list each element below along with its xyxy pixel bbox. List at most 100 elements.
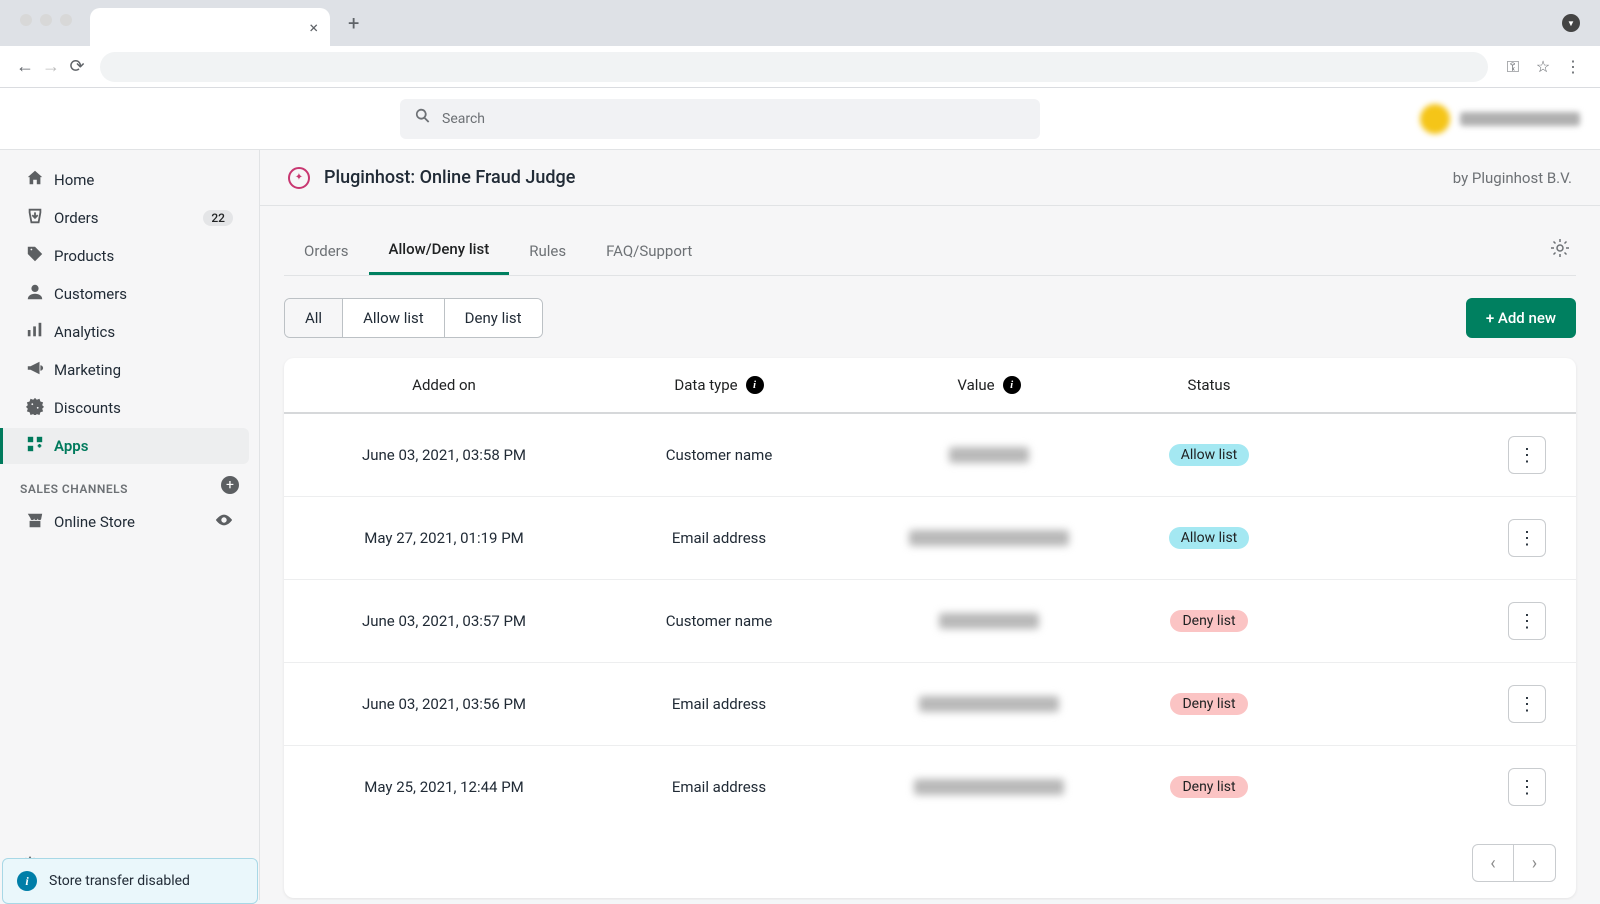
cell-actions: ⋮ [1476,685,1556,723]
person-icon [26,283,54,306]
row-actions-button[interactable]: ⋮ [1508,519,1546,557]
cell-added-on: June 03, 2021, 03:58 PM [304,436,584,474]
column-actions [1476,376,1556,394]
table-header: Added on Data type i Value i Status [284,358,1576,414]
tab-allow-deny-list[interactable]: Allow/Deny list [369,226,510,275]
add-new-button[interactable]: + Add new [1466,298,1576,338]
sidebar-item-apps[interactable]: Apps [0,428,249,464]
sidebar-item-label: Marketing [54,361,233,379]
traffic-light-zoom[interactable] [60,14,72,26]
cell-actions: ⋮ [1476,602,1556,640]
cell-value [854,685,1124,723]
megaphone-icon [26,359,54,382]
cell-added-on: May 27, 2021, 01:19 PM [304,519,584,557]
sidebar-item-marketing[interactable]: Marketing [10,352,249,388]
app-settings-icon[interactable] [1550,238,1576,263]
cell-value [854,602,1124,640]
row-actions-button[interactable]: ⋮ [1508,602,1546,640]
sidebar-item-discounts[interactable]: Discounts [10,390,249,426]
column-value: Value i [854,376,1124,394]
browser-tab-active[interactable]: × [90,8,330,46]
reload-button[interactable]: ⟳ [64,56,90,77]
sidebar-item-online-store[interactable]: Online Store [10,504,249,540]
info-icon[interactable]: i [1003,376,1021,394]
account-name [1460,112,1580,126]
sidebar-item-label: Products [54,247,233,265]
cell-status: Deny list [1124,602,1294,640]
cell-data-type: Email address [584,768,854,806]
row-actions-button[interactable]: ⋮ [1508,768,1546,806]
table-row: May 27, 2021, 01:19 PMEmail address Allow… [284,497,1576,580]
main-content: ✦ Pluginhost: Online Fraud Judge by Plug… [260,150,1600,900]
search-icon [414,107,432,130]
sidebar-item-home[interactable]: Home [10,162,249,198]
sidebar-item-label: Home [54,171,233,189]
traffic-light-minimize[interactable] [40,14,52,26]
star-icon[interactable]: ☆ [1528,57,1558,76]
column-data-type: Data type i [584,376,854,394]
status-badge: Deny list [1170,693,1247,715]
cell-data-type: Email address [584,519,854,557]
orders-badge: 22 [203,210,233,226]
status-badge: Allow list [1169,527,1250,549]
analytics-icon [26,321,54,344]
search-input[interactable]: Search [400,99,1040,139]
cell-added-on: June 03, 2021, 03:56 PM [304,685,584,723]
new-tab-button[interactable]: + [330,11,377,35]
key-icon[interactable]: ⚿ [1498,57,1528,77]
page-title: Pluginhost: Online Fraud Judge [324,167,575,188]
url-bar[interactable] [100,52,1488,82]
back-button[interactable]: ← [12,56,38,77]
sidebar-item-label: Orders [54,209,203,227]
tabs-dropdown-icon[interactable]: ▼ [1562,14,1580,32]
home-icon [26,169,54,192]
info-icon[interactable]: i [746,376,764,394]
sidebar: Home Orders 22 Products Customers Anal [0,150,260,900]
add-channel-button[interactable]: + [221,476,239,494]
window-controls [10,0,82,40]
app-tabs: Orders Allow/Deny list Rules FAQ/Support [284,226,1576,276]
page-header: ✦ Pluginhost: Online Fraud Judge by Plug… [260,150,1600,206]
discount-icon [26,397,54,420]
tab-rules[interactable]: Rules [509,228,586,274]
row-actions-button[interactable]: ⋮ [1508,436,1546,474]
eye-icon[interactable] [215,511,233,533]
pagination: ‹ › [284,828,1576,898]
filter-all[interactable]: All [285,299,343,337]
sidebar-item-products[interactable]: Products [10,238,249,274]
tab-faq-support[interactable]: FAQ/Support [586,228,712,274]
close-tab-icon[interactable]: × [309,18,318,37]
browser-toolbar: ← → ⟳ ⚿ ☆ ⋮ [0,46,1600,88]
tab-orders[interactable]: Orders [284,228,369,274]
sidebar-item-label: Apps [54,437,233,455]
account-menu[interactable] [1420,104,1580,134]
cell-actions: ⋮ [1476,768,1556,806]
cell-status: Allow list [1124,519,1294,557]
filter-deny-list[interactable]: Deny list [445,299,542,337]
table-row: June 03, 2021, 03:57 PMCustomer name Deny… [284,580,1576,663]
sidebar-item-analytics[interactable]: Analytics [10,314,249,350]
table-row: June 03, 2021, 03:56 PMEmail address Deny… [284,663,1576,746]
banner-text: Store transfer disabled [49,873,190,889]
forward-button[interactable]: → [38,56,64,77]
cell-added-on: June 03, 2021, 03:57 PM [304,602,584,640]
cell-value [854,519,1124,557]
cell-data-type: Email address [584,685,854,723]
store-icon [26,511,54,534]
table-row: June 03, 2021, 03:58 PMCustomer nameAllo… [284,414,1576,497]
sidebar-item-label: Customers [54,285,233,303]
prev-page-button[interactable]: ‹ [1472,844,1514,882]
cell-value [854,768,1124,806]
browser-tab-strip: × + ▼ [0,0,1600,46]
next-page-button[interactable]: › [1514,844,1556,882]
row-actions-button[interactable]: ⋮ [1508,685,1546,723]
menu-icon[interactable]: ⋮ [1558,57,1588,76]
app-topbar: Search [0,88,1600,150]
status-badge: Allow list [1169,444,1250,466]
avatar [1420,104,1450,134]
sidebar-item-customers[interactable]: Customers [10,276,249,312]
sidebar-item-orders[interactable]: Orders 22 [10,200,249,236]
filter-allow-list[interactable]: Allow list [343,299,445,337]
traffic-light-close[interactable] [20,14,32,26]
cell-data-type: Customer name [584,602,854,640]
